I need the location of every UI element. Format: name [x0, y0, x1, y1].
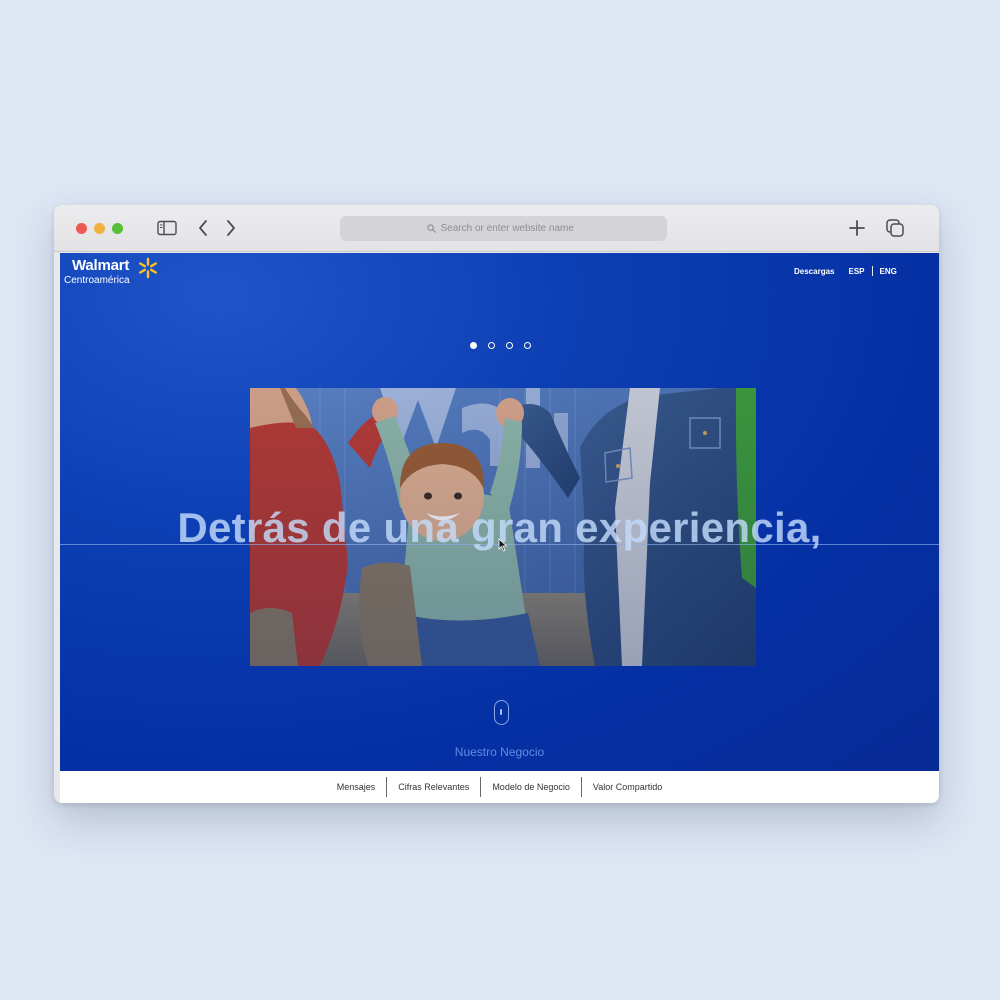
walmart-spark-icon [138, 257, 157, 279]
section-nav: Mensajes Cifras Relevantes Modelo de Neg… [60, 771, 939, 803]
address-bar[interactable] [340, 216, 667, 241]
minimize-window-button[interactable] [94, 223, 105, 234]
zoom-window-button[interactable] [112, 223, 123, 234]
carousel-dot-2[interactable] [488, 342, 495, 349]
carousel-dot-3[interactable] [506, 342, 513, 349]
browser-window: Walmart Centroamérica Descargas ESP [54, 205, 939, 803]
carousel-dot-4[interactable] [524, 342, 531, 349]
lang-divider [871, 266, 873, 276]
scroll-down-icon[interactable] [494, 700, 509, 725]
carousel-dot-1[interactable] [470, 342, 477, 349]
top-nav: Descargas ESP ENG [794, 266, 897, 276]
brand-subtitle: Centroamérica [64, 275, 130, 286]
section-nav-mensajes[interactable]: Mensajes [326, 782, 387, 792]
lang-es-link[interactable]: ESP [848, 267, 864, 276]
new-tab-plus-icon[interactable] [845, 217, 869, 239]
sidebar-toggle-icon[interactable] [155, 217, 179, 239]
hero-section: Walmart Centroamérica Descargas ESP ENG … [60, 253, 939, 771]
mouse-cursor-icon [498, 538, 508, 552]
scroll-wheel-indicator [500, 709, 502, 715]
browser-toolbar [54, 205, 939, 252]
forward-arrow-icon[interactable] [220, 217, 242, 239]
section-nav-modelo[interactable]: Modelo de Negocio [481, 782, 581, 792]
page-viewport: Walmart Centroamérica Descargas ESP ENG … [60, 253, 939, 803]
brand-name: Walmart [72, 257, 130, 274]
lang-en-link[interactable]: ENG [880, 267, 897, 276]
close-window-button[interactable] [76, 223, 87, 234]
search-icon [426, 224, 436, 233]
carousel-indicators [470, 342, 531, 349]
address-input[interactable] [440, 223, 581, 234]
section-nav-cifras[interactable]: Cifras Relevantes [387, 782, 480, 792]
section-nav-valor[interactable]: Valor Compartido [582, 782, 673, 792]
scroll-label[interactable]: Nuestro Negocio [60, 745, 939, 759]
nav-descargas-link[interactable]: Descargas [794, 267, 834, 276]
tab-overview-icon[interactable] [883, 217, 907, 239]
back-arrow-icon[interactable] [192, 217, 214, 239]
